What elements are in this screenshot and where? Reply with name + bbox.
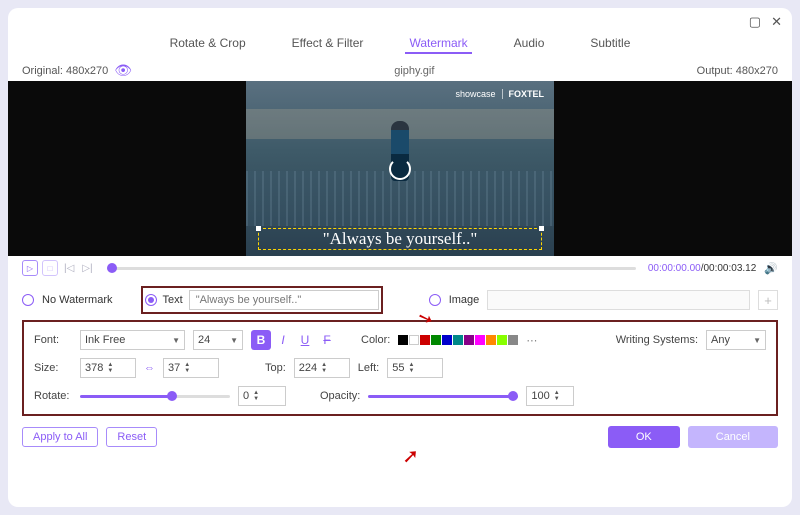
opacity-input[interactable]: 100▲▼ — [526, 386, 574, 406]
close-button[interactable]: ✕ — [771, 14, 782, 30]
more-colors-button[interactable]: ⋯ — [526, 334, 537, 347]
visibility-icon[interactable]: 👁 — [114, 62, 132, 79]
tab-subtitle[interactable]: Subtitle — [586, 34, 634, 54]
color-label: Color: — [361, 334, 390, 346]
underline-button[interactable]: U — [295, 330, 315, 350]
opacity-slider[interactable] — [368, 395, 518, 398]
replay-icon[interactable] — [389, 158, 411, 180]
font-label: Font: — [34, 334, 72, 346]
size-label: Size: — [34, 362, 72, 374]
writing-systems-select[interactable]: Any▼ — [706, 330, 766, 350]
original-size-label: Original: 480x270 — [22, 65, 108, 77]
time-display: 00:00:00.00/00:00:03.12 — [648, 263, 756, 274]
top-input[interactable]: 224▲▼ — [294, 358, 350, 378]
tab-effect-filter[interactable]: Effect & Filter — [288, 34, 368, 54]
volume-icon[interactable]: 🔊 — [764, 262, 778, 275]
strike-button[interactable]: F — [317, 330, 337, 350]
next-frame-button[interactable]: ▷| — [80, 263, 94, 274]
radio-image[interactable] — [429, 294, 441, 306]
writing-systems-label: Writing Systems: — [616, 334, 698, 346]
no-watermark-label: No Watermark — [42, 294, 113, 306]
tab-audio[interactable]: Audio — [510, 34, 549, 54]
font-family-select[interactable]: Ink Free▼ — [80, 330, 185, 350]
stop-button[interactable]: □ — [42, 260, 58, 276]
font-size-select[interactable]: 24▼ — [193, 330, 243, 350]
color-swatch[interactable] — [464, 335, 474, 345]
left-input[interactable]: 55▲▼ — [387, 358, 443, 378]
opacity-label: Opacity: — [320, 390, 360, 402]
color-swatch[interactable] — [497, 335, 507, 345]
prev-frame-button[interactable]: |◁ — [62, 263, 76, 274]
filename-label: giphy.gif — [132, 65, 697, 77]
size-height-input[interactable]: 37▲▼ — [163, 358, 219, 378]
radio-text[interactable] — [145, 294, 157, 306]
radio-no-watermark[interactable] — [22, 294, 34, 306]
annotation-arrow-icon: ➘ — [398, 448, 423, 465]
link-size-icon[interactable]: ⇔ — [144, 362, 155, 374]
color-swatch[interactable] — [431, 335, 441, 345]
bold-button[interactable]: B — [251, 330, 271, 350]
color-swatch[interactable] — [508, 335, 518, 345]
watermark-text-input[interactable] — [189, 290, 379, 310]
video-preview[interactable]: showcaseFOXTEL "Always be yourself.." — [8, 81, 792, 256]
top-label: Top: — [265, 362, 286, 374]
ok-button[interactable]: OK — [608, 426, 680, 448]
seek-track[interactable] — [107, 267, 636, 270]
color-swatch[interactable] — [453, 335, 463, 345]
apply-all-button[interactable]: Apply to All — [22, 427, 98, 447]
watermark-text-overlay[interactable]: "Always be yourself.." — [258, 228, 542, 250]
watermark-settings-panel: Font: Ink Free▼ 24▼ B I U F Color: ⋯ Wri… — [22, 320, 778, 416]
reset-button[interactable]: Reset — [106, 427, 157, 447]
rotate-input[interactable]: 0▲▼ — [238, 386, 286, 406]
color-swatch[interactable] — [409, 335, 419, 345]
size-width-input[interactable]: 378▲▼ — [80, 358, 136, 378]
rotate-slider[interactable] — [80, 395, 230, 398]
cancel-button[interactable]: Cancel — [688, 426, 778, 448]
rotate-label: Rotate: — [34, 390, 72, 402]
italic-button[interactable]: I — [273, 330, 293, 350]
color-swatches — [398, 335, 518, 345]
minimize-button[interactable]: ▢ — [749, 14, 761, 30]
add-image-button[interactable]: + — [758, 290, 778, 310]
output-size-label: Output: 480x270 — [697, 65, 778, 77]
play-button[interactable]: ▷ — [22, 260, 38, 276]
color-swatch[interactable] — [442, 335, 452, 345]
color-swatch[interactable] — [475, 335, 485, 345]
tab-rotate-crop[interactable]: Rotate & Crop — [166, 34, 250, 54]
brand-overlay: showcaseFOXTEL — [455, 89, 544, 99]
color-swatch[interactable] — [398, 335, 408, 345]
left-label: Left: — [358, 362, 379, 374]
image-path-input[interactable] — [487, 290, 750, 310]
color-swatch[interactable] — [486, 335, 496, 345]
color-swatch[interactable] — [420, 335, 430, 345]
tab-watermark[interactable]: Watermark — [405, 34, 471, 54]
tab-bar: Rotate & Crop Effect & Filter Watermark … — [8, 30, 792, 60]
text-label: Text — [163, 294, 183, 306]
image-label: Image — [449, 294, 480, 306]
